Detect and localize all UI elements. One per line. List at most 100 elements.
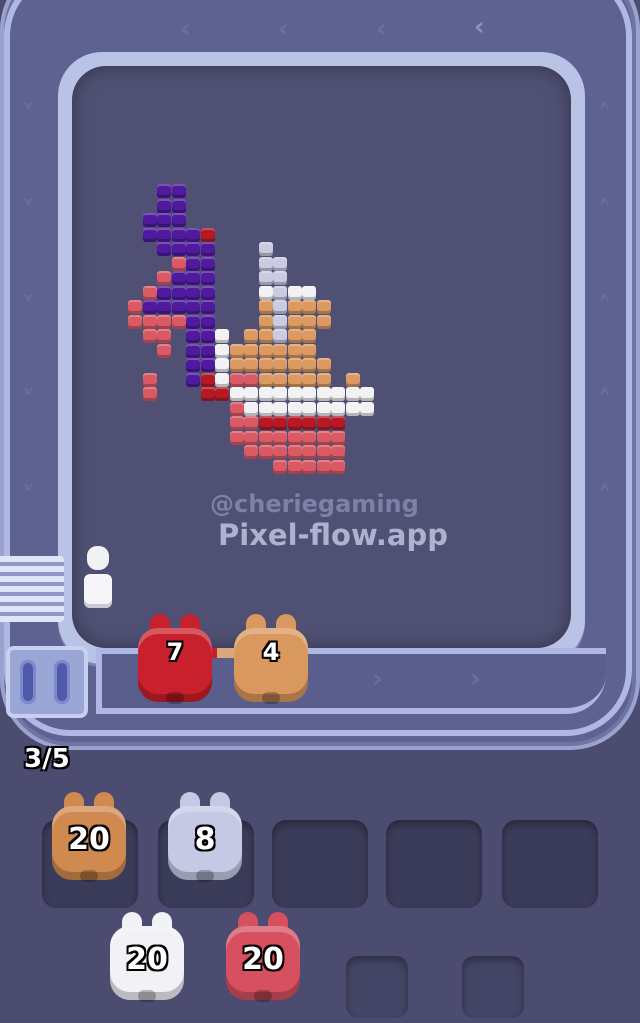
pixel-block-purple	[157, 300, 171, 314]
pixel-block-red	[331, 416, 345, 430]
pixel-block-purple	[171, 184, 186, 198]
shooter-count: 20	[68, 822, 110, 857]
pixel-block-purple	[200, 329, 215, 343]
pixel-block-red	[200, 387, 215, 401]
pixel-block-tan	[258, 314, 273, 329]
chevron-up-icon: ˄	[598, 482, 611, 512]
pixel-block-pink	[316, 445, 331, 459]
pixel-block-tan	[316, 358, 331, 372]
chevron-up-icon: ˄	[598, 196, 611, 226]
pixel-block-white	[215, 343, 229, 358]
pixel-block-purple	[200, 300, 215, 314]
queue-slot[interactable]	[272, 820, 368, 908]
active-shooter-tan[interactable]: 4	[234, 614, 308, 704]
pixel-block-pink	[287, 445, 302, 459]
shooter-count: 7	[166, 638, 184, 666]
pixel-block-purple	[200, 271, 215, 285]
pixel-block-white	[287, 401, 302, 416]
pixel-block-pink	[142, 387, 157, 401]
pixel-block-purple	[171, 198, 186, 213]
pixel-block-white	[331, 387, 345, 401]
pixel-block-pink	[244, 430, 258, 445]
queue-slot[interactable]	[386, 820, 482, 908]
pixel-block-white	[302, 387, 316, 401]
pixel-block-pink	[157, 271, 171, 285]
pixel-block-purple	[186, 271, 200, 285]
pixel-block-red	[316, 416, 331, 430]
pixel-block-white	[244, 401, 258, 416]
pixel-block-tan	[302, 300, 316, 314]
next-shooter-preview	[82, 546, 114, 610]
pixel-block-pink	[229, 401, 244, 416]
pixel-block-pink	[302, 445, 316, 459]
pixel-block-purple	[157, 285, 171, 300]
queue-slot[interactable]	[502, 820, 598, 908]
pixel-block-purple	[157, 184, 171, 198]
pixel-block-tan	[302, 314, 316, 329]
shooter-count: 20	[242, 942, 284, 977]
queue-shooter-tan[interactable]: 20	[52, 792, 126, 882]
spool	[20, 660, 36, 704]
pixel-block-pink	[128, 314, 142, 329]
pixel-block-pink	[331, 459, 345, 474]
pixel-block-white	[273, 401, 287, 416]
pixel-block-tan	[273, 372, 287, 387]
pixel-block-purple	[200, 285, 215, 300]
pixel-block-white	[345, 387, 360, 401]
pixel-block-purple	[186, 227, 200, 242]
queue-shooter-pink[interactable]: 20	[226, 912, 300, 1002]
pixel-block-pink	[229, 430, 244, 445]
pixel-block-purple	[186, 314, 200, 329]
pixel-block-purple	[142, 213, 157, 227]
pixel-block-lavender	[258, 271, 273, 285]
pixel-board	[72, 66, 571, 648]
stairs	[0, 556, 64, 622]
pixel-block-white	[287, 285, 302, 300]
pixel-block-pink	[273, 445, 287, 459]
pixel-block-purple	[186, 242, 200, 256]
pixel-block-tan	[244, 329, 258, 343]
reserve-slot[interactable]	[346, 956, 408, 1018]
active-shooter-red[interactable]: 7	[138, 614, 212, 704]
chevron-left-icon: ‹	[474, 12, 485, 42]
pixel-block-pink	[142, 285, 157, 300]
chevron-left-icon: ‹	[376, 14, 387, 44]
chevron-right-icon: ›	[470, 664, 481, 694]
pixel-block-pink	[258, 430, 273, 445]
watermark-site: Pixel-flow.app	[218, 518, 449, 552]
queue-shooter-white[interactable]: 20	[110, 912, 184, 1002]
pixel-block-purple	[200, 358, 215, 372]
reserve-slot[interactable]	[462, 956, 524, 1018]
pixel-block-white	[287, 387, 302, 401]
pixel-block-white	[215, 329, 229, 343]
pixel-block-purple	[171, 300, 186, 314]
pixel-block-pink	[302, 430, 316, 445]
spool	[54, 660, 70, 704]
pixel-block-white	[360, 401, 374, 416]
pixel-block-pink	[273, 459, 287, 474]
pixel-block-lavender	[258, 242, 273, 256]
pixel-block-white	[302, 285, 316, 300]
watermark-handle: @cheriegaming	[210, 490, 419, 518]
shooter-count: 4	[262, 638, 280, 666]
pixel-block-tan	[273, 358, 287, 372]
pixel-block-pink	[142, 372, 157, 387]
pixel-block-lavender	[258, 256, 273, 271]
pixel-block-pink	[142, 314, 157, 329]
pixel-block-lavender	[273, 285, 287, 300]
pixel-block-lavender	[273, 256, 287, 271]
pixel-block-white	[331, 401, 345, 416]
pixel-block-white	[316, 401, 331, 416]
pixel-block-white	[215, 358, 229, 372]
pixel-block-pink	[157, 314, 171, 329]
pixel-block-tan	[345, 372, 360, 387]
pixel-block-pink	[244, 416, 258, 430]
pixel-block-red	[200, 227, 215, 242]
pixel-block-red	[258, 416, 273, 430]
pixel-block-purple	[157, 198, 171, 213]
pixel-block-pink	[244, 372, 258, 387]
chevron-down-icon: ˅	[22, 100, 35, 130]
queue-shooter-lavender[interactable]: 8	[168, 792, 242, 882]
chevron-down-icon: ˅	[22, 292, 35, 322]
pixel-block-white	[273, 387, 287, 401]
